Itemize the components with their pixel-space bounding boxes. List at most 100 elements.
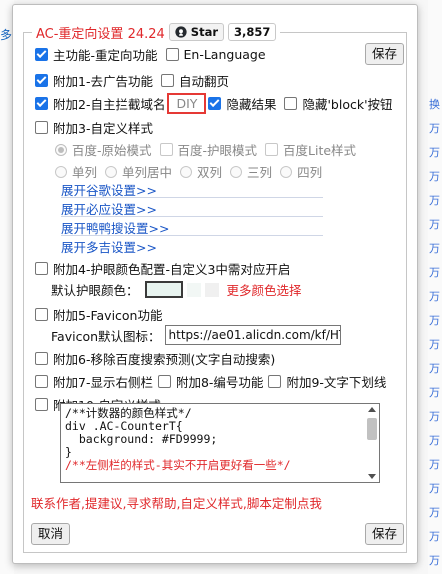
en-language-label: En-Language — [183, 47, 266, 62]
en-language-checkbox[interactable] — [165, 48, 179, 61]
divider — [61, 216, 323, 217]
background-line: 万 — [429, 530, 440, 543]
quad-radio[interactable] — [280, 165, 293, 178]
save-bottom-button[interactable]: 保存 — [365, 523, 405, 545]
add4-checkbox[interactable] — [35, 262, 48, 275]
github-star-button[interactable]: Star — [168, 23, 225, 41]
quad-label: 四列 — [297, 165, 323, 180]
background-line: 万 — [429, 458, 440, 471]
add1-label: 附加1-去广告功能 — [53, 74, 153, 89]
main-feature-label: 主功能-重定向功能 — [53, 48, 158, 63]
hide-result-checkbox[interactable] — [208, 97, 222, 110]
row-columns: 单列 单列居中 双列 三列 四列 — [55, 162, 322, 181]
autopage-label: 自动翻页 — [178, 74, 229, 89]
hide-result-label: 隐藏结果 — [226, 97, 277, 112]
favicon-input[interactable]: https://ae01.alicdn.com/kf/HTB1dR — [164, 325, 341, 345]
add5-label: 附加5-Favicon功能 — [53, 308, 163, 323]
baidu-orig-radio[interactable] — [55, 143, 67, 156]
panel-header: AC-重定向设置 24.24 Star 3,857 — [32, 21, 280, 43]
github-star-label: Star — [190, 25, 219, 39]
background-line: 万 — [429, 194, 440, 207]
background-line: 万 — [429, 386, 440, 399]
background-line: 万 — [429, 410, 440, 423]
link-duoji-settings[interactable]: 展开多吉设置>> — [61, 237, 157, 256]
double-label: 双列 — [197, 165, 223, 180]
background-line: 万 — [429, 218, 440, 231]
add9-label: 附加9-文字下划线 — [286, 375, 387, 390]
background-line: 万 — [429, 170, 440, 183]
divider — [61, 235, 323, 236]
triple-label: 三列 — [247, 165, 273, 180]
add8-checkbox[interactable] — [157, 375, 171, 388]
baidu-lite-checkbox[interactable] — [265, 143, 279, 156]
background-line: 万 — [429, 314, 440, 327]
more-colors-link[interactable]: 更多颜色选择 — [227, 280, 302, 299]
single-label: 单列 — [72, 165, 98, 180]
custom-style-textarea[interactable]: /**计数器的颜色样式*/ div .AC-CounterT{ backgrou… — [60, 403, 380, 483]
scroll-up-icon[interactable] — [368, 407, 376, 412]
scroll-down-icon[interactable] — [368, 474, 376, 479]
single-radio[interactable] — [55, 165, 67, 178]
row-add2: 附加2-自主拦截域名 DIY 隐藏结果 隐藏'block'按钮 — [35, 93, 393, 114]
background-line: 万 — [429, 482, 440, 495]
row-add5: 附加5-Favicon功能 — [35, 305, 162, 324]
row-add4: 附加4-护眼颜色配置-自定义3中需对应开启 — [35, 259, 290, 278]
background-line: 万 — [429, 146, 440, 159]
row-favicon: Favicon默认图标： https://ae01.alicdn.com/kf/… — [51, 325, 341, 345]
background-line: 万 — [429, 338, 440, 351]
save-top-button[interactable]: 保存 — [365, 43, 405, 65]
add2-checkbox[interactable] — [35, 97, 48, 110]
row-add1: 附加1-去广告功能 自动翻页 — [35, 71, 229, 90]
background-line: 万 — [429, 122, 440, 135]
background-text-left: 多 — [0, 28, 13, 42]
cancel-button[interactable]: 取消 — [31, 523, 71, 545]
add1-checkbox[interactable] — [35, 74, 48, 87]
contact-author-link[interactable]: 联系作者,提建议,寻求帮助,自定义样式,脚本定制点我 — [31, 493, 322, 512]
baidu-lite-label: 百度Lite样式 — [283, 143, 357, 158]
scrollbar-thumb[interactable] — [367, 418, 377, 440]
add7-checkbox[interactable] — [35, 375, 48, 388]
hide-block-label: 隐藏'block'按钮 — [302, 97, 393, 112]
add8-label: 附加8-编号功能 — [175, 375, 264, 390]
eye-color-picker[interactable] — [144, 281, 183, 298]
diy-button[interactable]: DIY — [167, 93, 207, 114]
color-swatch[interactable] — [186, 282, 201, 297]
background-line: 万 — [429, 506, 440, 519]
hide-block-checkbox[interactable] — [284, 97, 298, 110]
triple-radio[interactable] — [230, 165, 243, 178]
double-radio[interactable] — [180, 165, 193, 178]
add10-checkbox[interactable] — [35, 398, 48, 411]
eye-color-label: 默认护眼颜色： — [51, 283, 139, 298]
code-line: /**左侧栏的样式-其实不开启更好看一些*/ — [65, 458, 291, 472]
row-add6: 附加6-移除百度搜索预测(文字自动搜索) — [35, 349, 275, 368]
add2-label: 附加2-自主拦截域名 — [53, 97, 166, 112]
row-add7-9: 附加7-显示右侧栏 附加8-编号功能 附加9-文字下划线 — [35, 372, 386, 391]
add3-label: 附加3-自定义样式 — [53, 121, 153, 136]
autopage-checkbox[interactable] — [160, 74, 174, 87]
main-feature-checkbox[interactable] — [35, 48, 48, 61]
divider — [61, 197, 323, 198]
row-style-modes: 百度-原始模式 百度-护眼模式 百度Lite样式 — [55, 140, 356, 159]
code-line: background: #FD9999; — [65, 432, 218, 446]
row-eye-color: 默认护眼颜色： 更多颜色选择 — [51, 280, 302, 299]
row-main: 主功能-重定向功能 En-Language — [35, 45, 266, 64]
github-icon — [175, 26, 187, 38]
baidu-eye-checkbox[interactable] — [159, 143, 173, 156]
add7-label: 附加7-显示右侧栏 — [53, 375, 153, 390]
background-line: 换 — [429, 98, 440, 111]
add3-checkbox[interactable] — [35, 121, 48, 134]
add6-label: 附加6-移除百度搜索预测(文字自动搜索) — [53, 352, 276, 367]
single-center-label: 单列居中 — [122, 165, 173, 180]
background-line: 万 — [429, 434, 440, 447]
background-line: 万 — [429, 266, 440, 279]
row-add3: 附加3-自定义样式 — [35, 118, 153, 137]
add4-label: 附加4-护眼颜色配置-自定义3中需对应开启 — [53, 262, 291, 277]
add6-checkbox[interactable] — [35, 352, 48, 365]
single-center-radio[interactable] — [105, 165, 118, 178]
add5-checkbox[interactable] — [35, 308, 48, 321]
background-line: 万 — [429, 242, 440, 255]
add9-checkbox[interactable] — [268, 375, 282, 388]
color-swatch[interactable] — [204, 282, 219, 297]
baidu-orig-label: 百度-原始模式 — [72, 143, 152, 158]
github-star-count[interactable]: 3,857 — [228, 23, 277, 41]
